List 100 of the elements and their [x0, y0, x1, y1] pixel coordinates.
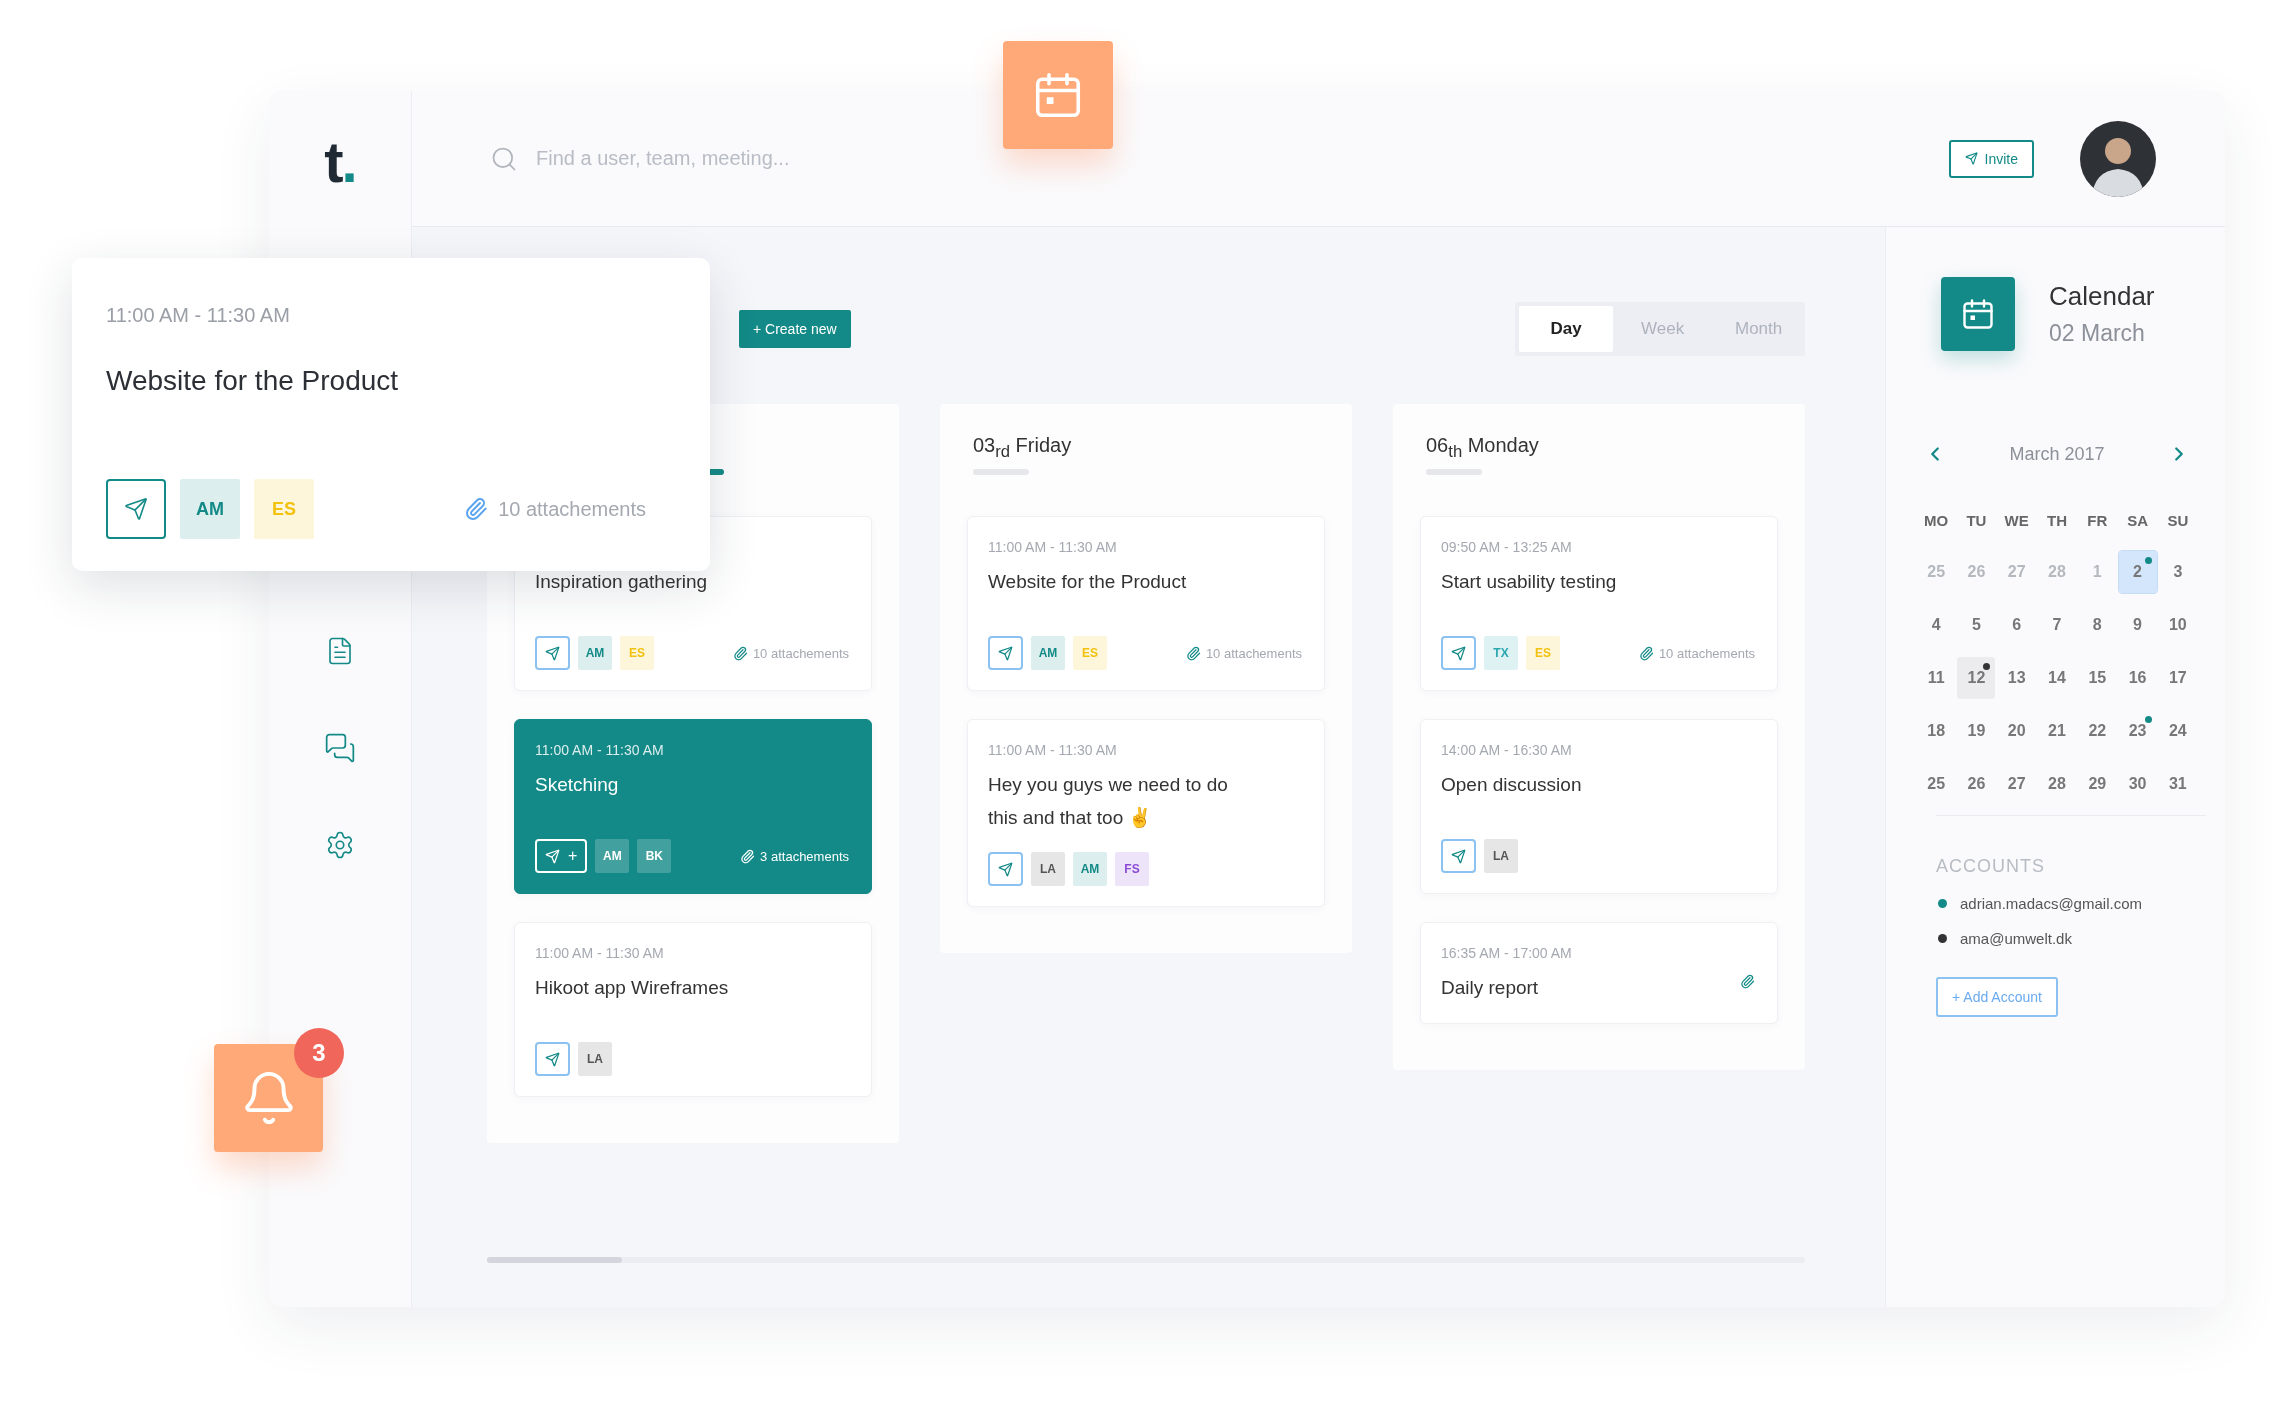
calendar-day[interactable]: 23: [2118, 710, 2157, 752]
event-title: Sketching: [535, 773, 620, 797]
event-time: 11:00 AM - 11:30 AM: [988, 539, 1118, 557]
calendar-day[interactable]: 8: [2078, 604, 2117, 646]
calendar-day[interactable]: 31: [2158, 763, 2197, 805]
calendar-day[interactable]: 3: [2158, 551, 2197, 593]
calendar-day[interactable]: 15: [2078, 657, 2117, 699]
invite-button[interactable]: Invite: [1948, 139, 2034, 178]
participant-initials: LA: [1031, 852, 1065, 886]
calendar-day[interactable]: 21: [2038, 710, 2076, 752]
calendar-tile[interactable]: [1003, 41, 1113, 149]
event-title: Website for the Product: [988, 570, 1188, 594]
participant-initials: AM: [180, 479, 240, 539]
event-time: 11:00 AM - 11:30 AM: [988, 742, 1118, 760]
event-title: Hikoot app Wireframes: [535, 976, 730, 1000]
calendar-day[interactable]: 14: [2038, 657, 2076, 699]
participant-initials: AM: [578, 636, 612, 670]
calendar-day[interactable]: 13: [1997, 657, 2036, 699]
calendar-day[interactable]: 11: [1917, 657, 1956, 699]
calendar-day[interactable]: 29: [2078, 763, 2117, 805]
calendar-day[interactable]: 16: [2118, 657, 2157, 699]
calendar-day[interactable]: 28: [2038, 763, 2076, 805]
calendar-day[interactable]: 22: [2078, 710, 2117, 752]
participant-initials: LA: [1484, 839, 1518, 873]
account-email: ama@umwelt.dk: [1960, 930, 2072, 947]
participant-initials: ES: [620, 636, 654, 670]
calendar-day[interactable]: 5: [1957, 604, 1996, 646]
participant-initials: AM: [595, 839, 630, 873]
chat-icon[interactable]: [324, 732, 356, 764]
attachments-count: 10 attachements: [752, 645, 849, 661]
event-title: Open discussion: [1441, 773, 1583, 797]
calendar-day[interactable]: 9: [2118, 604, 2157, 646]
calendar-day[interactable]: 17: [2158, 657, 2197, 699]
event-card[interactable]: 11:00 AM - 11:30 AM Sketching + AM BK 3 attachements: [514, 719, 872, 894]
calendar-day[interactable]: 12: [1957, 657, 1996, 699]
event-title: Hey you guys we need to do this and that too ✌: [988, 773, 1229, 830]
paper-plane-icon: [1451, 645, 1466, 661]
weekday-label: MO: [1923, 512, 1950, 531]
weekday-label: TU: [1965, 512, 1988, 531]
calendar-day[interactable]: 10: [2158, 604, 2197, 646]
event-card[interactable]: 14:00 AM - 16:30 AM Open discussion LA: [1420, 719, 1778, 894]
paper-plane-icon: [998, 645, 1013, 661]
event-title: Inspiration gathering: [535, 570, 709, 594]
calendar-date: 02 March: [2049, 320, 2146, 347]
share-button[interactable]: [535, 1042, 570, 1076]
paper-plane-icon: [545, 1051, 560, 1067]
search-field[interactable]: Find a user, team, meeting...: [534, 146, 958, 171]
calendar-day[interactable]: 25: [1917, 763, 1956, 805]
calendar-icon: [1960, 296, 1996, 332]
event-time: 11:00 AM - 11:30 AM: [535, 945, 665, 963]
calendar-day[interactable]: 19: [1957, 710, 1996, 752]
paperclip-icon: [464, 497, 489, 521]
create-new-button[interactable]: + Create new: [739, 310, 851, 348]
view-tab[interactable]: Day: [1519, 306, 1613, 352]
participant-initials: LA: [578, 1042, 612, 1076]
weekday-label: SU: [2166, 512, 2190, 531]
share-button[interactable]: [1441, 839, 1476, 873]
calendar-day[interactable]: 6: [1997, 604, 2036, 646]
day-heading: 06$_{th}$ Monday: [1426, 434, 1539, 456]
share-button[interactable]: [988, 636, 1023, 670]
participant-initials: FS: [1115, 852, 1149, 886]
account-email: adrian.madacs@gmail.com: [1960, 895, 2142, 912]
weekday-label: SA: [2126, 512, 2149, 531]
event-card[interactable]: 11:00 AM - 11:30 AM Hikoot app Wireframes LA: [514, 922, 872, 1097]
event-card[interactable]: 11:00 AM - 11:30 AM Website for the Product AM ES 10 attachements: [967, 516, 1325, 691]
add-account-button[interactable]: + Add Account: [1936, 977, 2058, 1017]
event-time: 09:50 AM - 13:25 AM: [1441, 539, 1573, 557]
event-card[interactable]: 16:35 AM - 17:00 AM Daily report: [1420, 922, 1778, 1024]
scrollbar[interactable]: [487, 1257, 1805, 1263]
share-button[interactable]: [1441, 636, 1476, 670]
share-button[interactable]: [106, 479, 166, 539]
event-title: Website for the Product: [106, 365, 400, 397]
logo: t.: [324, 133, 356, 191]
calendar-day[interactable]: 30: [2118, 763, 2157, 805]
attachments-count: 3 attachements: [760, 848, 849, 864]
event-time: 16:35 AM - 17:00 AM: [1441, 945, 1573, 963]
share-button[interactable]: +: [535, 839, 588, 873]
participant-initials: ES: [254, 479, 314, 539]
calendar-day[interactable]: 24: [2158, 710, 2197, 752]
paper-plane-icon: [545, 848, 560, 864]
paper-plane-icon: [545, 645, 560, 661]
event-card[interactable]: 09:50 AM - 13:25 AM Start usability testing TX ES 10 attachements: [1420, 516, 1778, 691]
participant-initials: ES: [1526, 636, 1560, 670]
notifications-button[interactable]: [214, 1044, 323, 1152]
calendar-day[interactable]: 27: [1997, 763, 2036, 805]
event-title: Daily report: [1441, 976, 1540, 1000]
calendar-day[interactable]: 20: [1997, 710, 2036, 752]
calendar-day[interactable]: 7: [2038, 604, 2076, 646]
share-button[interactable]: [535, 636, 570, 670]
attachments-count: 10 attachements: [1205, 645, 1302, 661]
event-card[interactable]: 11:00 AM - 11:30 AM Hey you guys we need to do this and that too ✌ LA AM FS: [967, 719, 1325, 907]
calendar-day[interactable]: 18: [1917, 710, 1956, 752]
calendar-day[interactable]: 26: [1957, 763, 1996, 805]
weekday-label: FR: [2086, 512, 2109, 531]
paper-plane-icon: [998, 861, 1013, 877]
calendar-day[interactable]: 2: [2118, 551, 2157, 593]
calendar-day[interactable]: 4: [1917, 604, 1956, 646]
accounts-heading: ACCOUNTS: [1936, 856, 2046, 877]
share-button[interactable]: [988, 852, 1023, 886]
settings-icon[interactable]: [325, 830, 355, 860]
